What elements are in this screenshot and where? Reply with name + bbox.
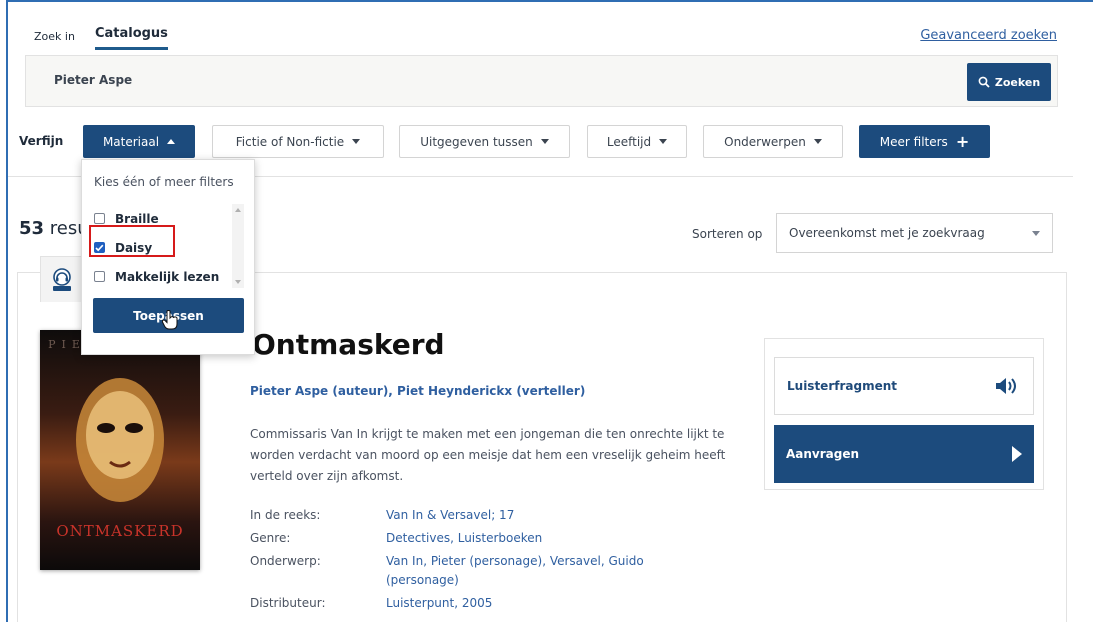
meta-label: Genre: bbox=[250, 531, 291, 545]
mask-illustration bbox=[76, 378, 164, 502]
search-icon bbox=[978, 76, 990, 88]
book-authors[interactable]: Pieter Aspe (auteur), Piet Heynderickx (… bbox=[250, 384, 585, 398]
filter-onderwerpen-label: Onderwerpen bbox=[724, 134, 806, 149]
window-left-border bbox=[6, 0, 8, 622]
play-arrow-icon bbox=[1012, 446, 1022, 462]
meta-value-link[interactable]: Van In & Versavel; 17 bbox=[386, 506, 686, 525]
results-count: 53 resu bbox=[19, 218, 89, 239]
caret-down-icon bbox=[659, 139, 668, 144]
speaker-icon bbox=[996, 378, 1016, 394]
meta-label: Distributeur: bbox=[250, 596, 326, 610]
results-number: 53 bbox=[19, 218, 45, 239]
request-label: Aanvragen bbox=[786, 447, 860, 461]
search-button-label: Zoeken bbox=[994, 75, 1041, 89]
filter-onderwerpen-button[interactable]: Onderwerpen bbox=[703, 125, 843, 158]
filter-leeftijd-label: Leeftijd bbox=[606, 134, 652, 149]
more-filters-button[interactable]: Meer filters + bbox=[859, 125, 990, 158]
scroll-down-icon[interactable] bbox=[235, 280, 241, 284]
filter-materiaal-label: Materiaal bbox=[102, 134, 160, 149]
sort-value: Overeenkomst met je zoekvraag bbox=[789, 226, 985, 240]
filter-materiaal-button[interactable]: Materiaal bbox=[83, 125, 195, 158]
braille-checkbox[interactable] bbox=[94, 213, 105, 224]
tab-catalogus[interactable]: Catalogus bbox=[94, 26, 168, 50]
plus-icon: + bbox=[955, 131, 970, 151]
action-panel: Luisterfragment Aanvragen bbox=[764, 338, 1044, 490]
filter-uitgegeven-button[interactable]: Uitgegeven tussen bbox=[399, 125, 570, 158]
highlight-box bbox=[89, 225, 175, 257]
dropdown-heading: Kies één of meer filters bbox=[94, 175, 234, 189]
meta-label: Onderwerp: bbox=[250, 554, 321, 568]
daisy-icon bbox=[53, 267, 71, 291]
filter-leeftijd-button[interactable]: Leeftijd bbox=[587, 125, 687, 158]
sort-select[interactable]: Overeenkomst met je zoekvraag bbox=[776, 213, 1053, 253]
book-description: Commissaris Van In krijgt te maken met e… bbox=[250, 427, 726, 483]
advanced-search-link[interactable]: Geavanceerd zoeken bbox=[920, 28, 1057, 43]
daisy-format-tab[interactable] bbox=[40, 256, 84, 302]
book-cover[interactable]: PIETER ASPE ONTMASKERD bbox=[40, 330, 200, 570]
makkelijk-lezen-checkbox[interactable] bbox=[94, 271, 105, 282]
search-button[interactable]: Zoeken bbox=[967, 63, 1051, 101]
meta-row-genre: Genre: Detectives, Luisterboeken bbox=[250, 529, 686, 548]
meta-row-distributeur: Distributeur: Luisterpunt, 2005 bbox=[250, 594, 686, 613]
scroll-up-icon[interactable] bbox=[235, 208, 241, 212]
search-box[interactable]: Pieter Aspe Zoeken bbox=[25, 55, 1058, 107]
tab-zoek-in-label: Zoek in bbox=[34, 30, 75, 43]
dropdown-scrollbar[interactable] bbox=[232, 204, 244, 288]
caret-up-icon bbox=[167, 139, 176, 144]
meta-label: In de reeks: bbox=[250, 508, 321, 522]
search-tabs: Zoek in Catalogus bbox=[34, 26, 168, 50]
option-label: Makkelijk lezen bbox=[115, 269, 220, 284]
meta-value-link[interactable]: Luisterpunt, 2005 bbox=[386, 594, 686, 613]
listen-fragment-button[interactable]: Luisterfragment bbox=[774, 357, 1034, 415]
sort-label: Sorteren op bbox=[692, 227, 763, 241]
search-input[interactable]: Pieter Aspe bbox=[54, 73, 132, 87]
filter-fictie-button[interactable]: Fictie of Non-fictie bbox=[212, 125, 384, 158]
hand-cursor-icon bbox=[162, 310, 178, 330]
filter-label: Verfijn bbox=[19, 134, 64, 148]
meta-row-reeks: In de reeks: Van In & Versavel; 17 bbox=[250, 506, 686, 525]
meta-row-onderwerp: Onderwerp: Van In, Pieter (personage), V… bbox=[250, 552, 686, 590]
caret-down-icon bbox=[540, 139, 549, 144]
chevron-down-icon bbox=[1032, 230, 1040, 236]
more-filters-label: Meer filters bbox=[879, 134, 948, 149]
option-makkelijk-lezen[interactable]: Makkelijk lezen bbox=[94, 262, 219, 291]
book-title[interactable]: Ontmaskerd bbox=[252, 328, 445, 361]
filter-uitgegeven-label: Uitgegeven tussen bbox=[420, 134, 533, 149]
caret-down-icon bbox=[352, 139, 361, 144]
listen-label: Luisterfragment bbox=[787, 379, 897, 393]
meta-value-link[interactable]: Van In, Pieter (personage), Versavel, Gu… bbox=[386, 552, 686, 590]
cover-title-text: ONTMASKERD bbox=[56, 522, 184, 540]
caret-down-icon bbox=[813, 139, 822, 144]
request-button[interactable]: Aanvragen bbox=[774, 425, 1034, 483]
filter-fictie-label: Fictie of Non-fictie bbox=[235, 134, 345, 149]
option-label: Braille bbox=[115, 211, 159, 226]
window-top-border bbox=[6, 0, 1093, 2]
meta-value-link[interactable]: Detectives, Luisterboeken bbox=[386, 529, 686, 548]
book-metadata: In de reeks: Van In & Versavel; 17 Genre… bbox=[250, 506, 686, 617]
